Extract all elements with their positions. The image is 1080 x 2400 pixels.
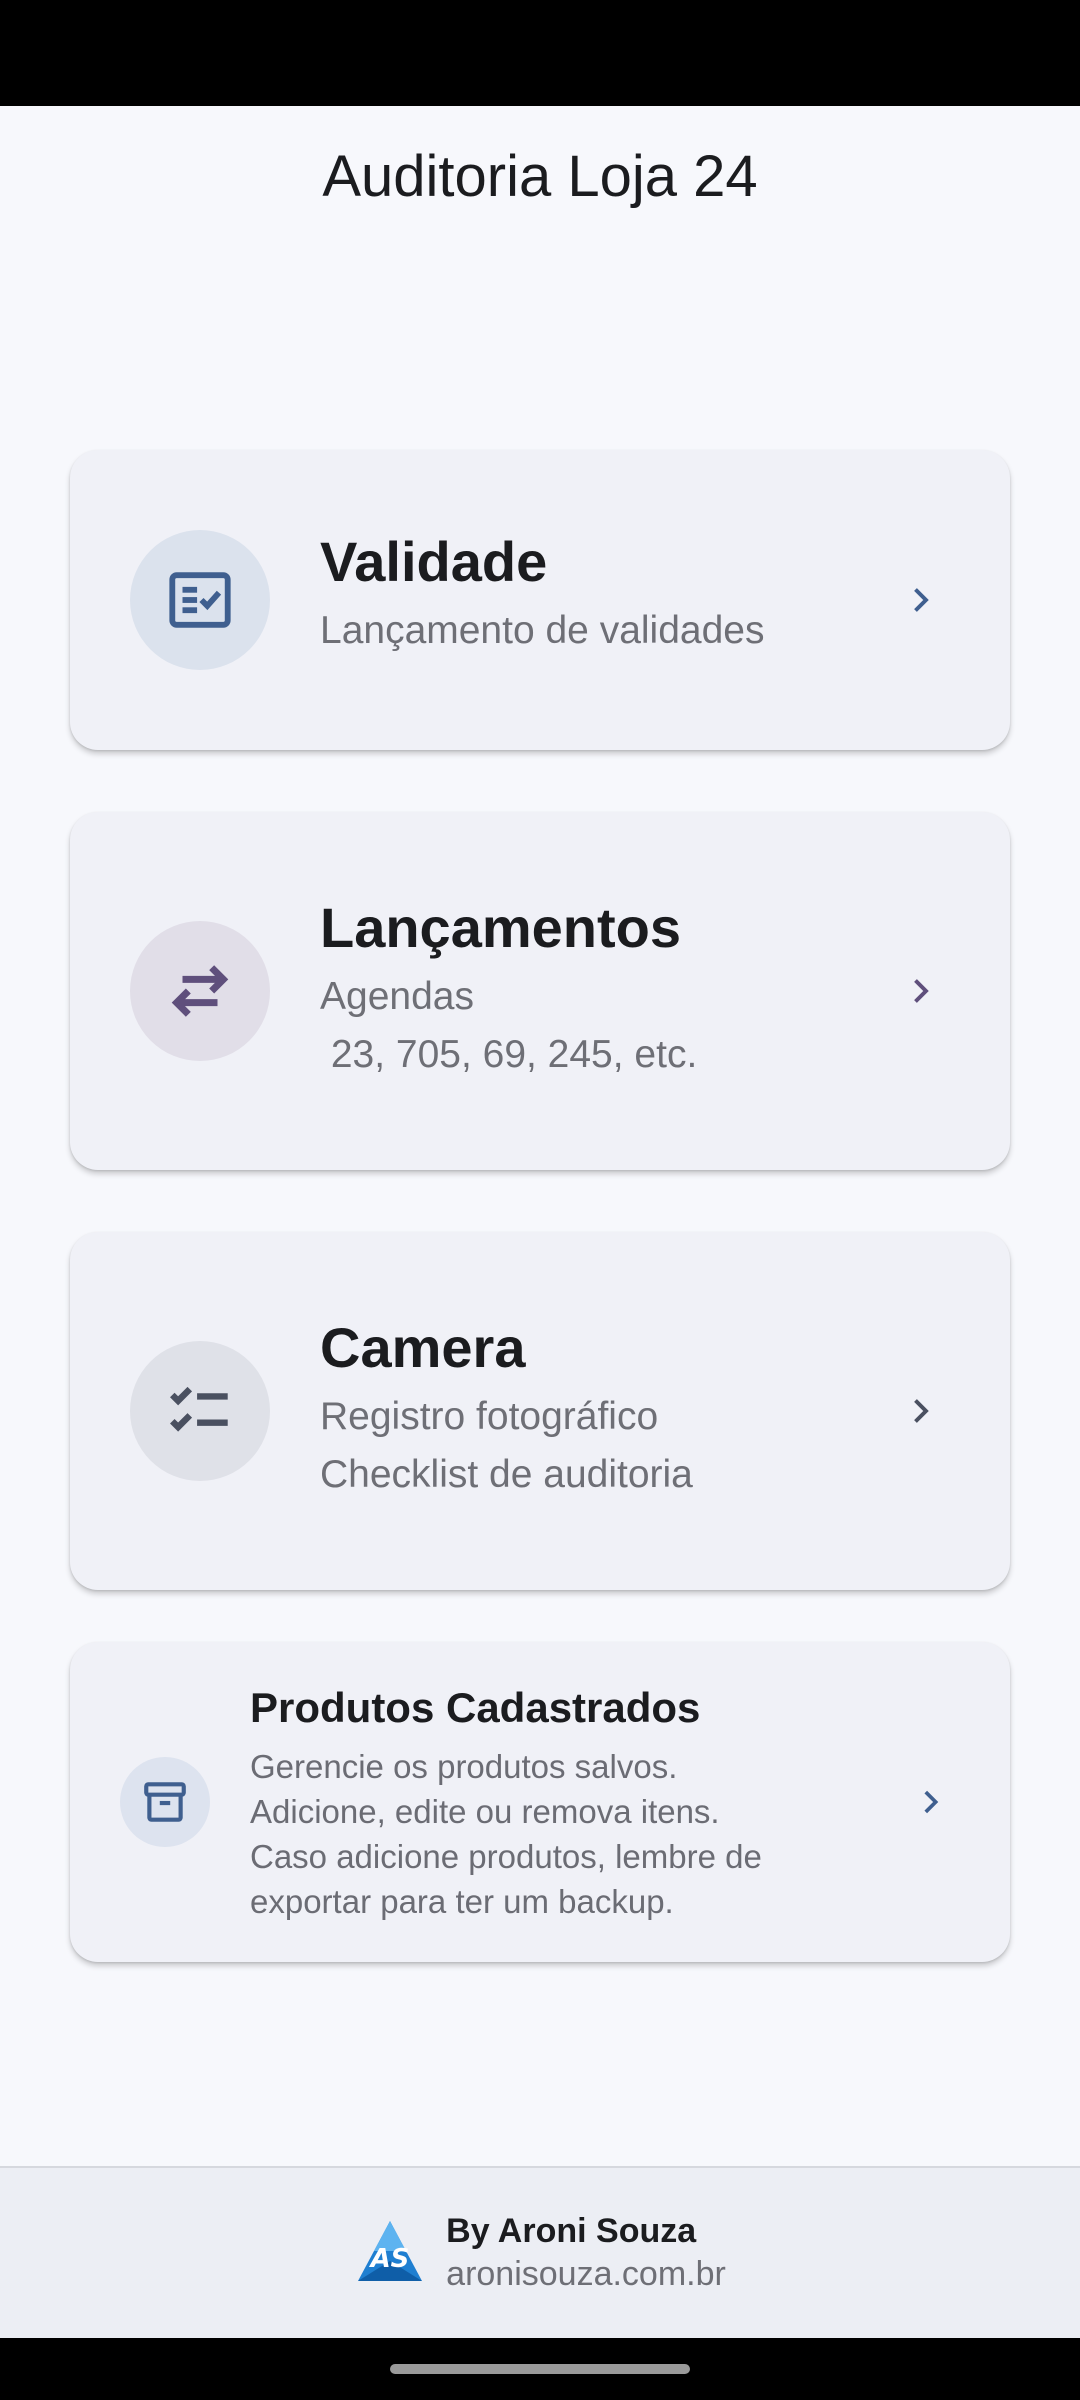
status-bar [0,0,1080,106]
archive-icon [144,1782,186,1822]
chevron-right-icon [900,580,940,620]
lancamentos-icon-container [130,921,270,1061]
card-description: Lançamento de validades [320,609,765,653]
validade-icon-container [130,530,270,670]
card-title: Validade [320,530,548,593]
footer-credit[interactable]: AS By Aroni Souza aronisouza.com.br [354,2212,726,2294]
card-title: Produtos Cadastrados [250,1684,701,1731]
aroni-souza-logo: AS [358,2221,423,2281]
card-description: Gerencie os produtos salvos. Adicione, e… [250,1748,762,1921]
card-produtos-cadastrados[interactable]: Produtos Cadastrados Gerencie os produto… [70,1642,1010,1962]
home-gesture-handle[interactable] [390,2364,690,2374]
app-bar: Auditoria Loja 24 [0,106,1080,246]
navigation-bar [0,2338,1080,2400]
footer-website[interactable]: aronisouza.com.br [446,2255,726,2294]
card-lancamentos[interactable]: Lançamentos Agendas 23, 705, 69, 245, et… [70,812,1010,1170]
card-description: Agendas 23, 705, 69, 245, etc. [320,975,698,1077]
validade-text: Validade Lançamento de validades [320,530,764,660]
card-validade[interactable]: Validade Lançamento de validades [70,450,1010,750]
camera-text: Camera Registro fotográfico Checklist de… [320,1316,693,1504]
page-title: Auditoria Loja 24 [322,143,758,209]
produtos-icon-container [120,1757,210,1847]
card-title: Camera [320,1316,526,1379]
chevron-right-icon [900,971,940,1011]
svg-text:AS: AS [369,2244,410,2274]
chevron-right-icon [910,1782,950,1822]
card-title: Lançamentos [320,896,681,959]
camera-icon-container [130,1341,270,1481]
footer-text: By Aroni Souza aronisouza.com.br [446,2212,726,2294]
swap-arrows-icon [171,965,229,1017]
lancamentos-text: Lançamentos Agendas 23, 705, 69, 245, et… [320,896,697,1084]
chevron-right-icon [900,1391,940,1431]
card-description: Registro fotográfico Checklist de audito… [320,1395,693,1497]
produtos-text: Produtos Cadastrados Gerencie os produto… [250,1684,762,1924]
footer: AS By Aroni Souza aronisouza.com.br [0,2166,1080,2338]
checklist-icon [170,1386,228,1432]
footer-author: By Aroni Souza [446,2212,697,2250]
fact-check-icon [169,572,231,628]
card-camera[interactable]: Camera Registro fotográfico Checklist de… [70,1232,1010,1590]
